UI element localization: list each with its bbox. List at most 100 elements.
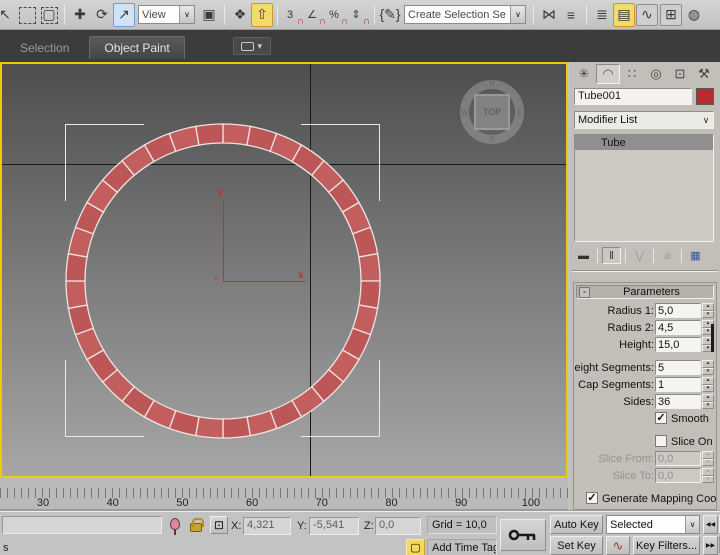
spinner-up-icon[interactable]: ▴	[702, 394, 714, 402]
cube-toggle-button[interactable]: ▢	[406, 539, 425, 555]
chevron-down-icon[interactable]: ∨	[179, 6, 194, 23]
parameters-rollout-header[interactable]: - Parameters	[576, 285, 714, 299]
keyboard-shortcut-override-icon[interactable]: ⇧	[251, 3, 273, 27]
key-filters-button[interactable]: Key Filters...	[633, 536, 700, 555]
height-segments-spinner[interactable]: ▴▾	[702, 360, 714, 375]
x-coordinate-field[interactable]: 4,321	[243, 517, 291, 535]
toggle-ribbon-icon[interactable]: ▤	[613, 3, 635, 27]
radius2-field[interactable]: 4,5	[655, 320, 701, 335]
cap-segments-field[interactable]: 1	[655, 377, 701, 392]
track-bar[interactable]: 30405060708090100	[0, 478, 568, 510]
cap-segments-spinner[interactable]: ▴▾	[702, 377, 714, 392]
modifier-stack-list[interactable]: Tube	[574, 134, 714, 242]
smooth-checkbox[interactable]: ✓	[655, 412, 667, 424]
slice-from-field[interactable]: 0,0	[655, 451, 701, 466]
go-to-start-button[interactable]: ◀◀	[703, 515, 718, 534]
default-tangent-button[interactable]: ∿	[606, 536, 630, 555]
axis-gizmo-x	[223, 281, 305, 282]
select-object-icon[interactable]: ↖	[0, 3, 16, 27]
make-unique-button[interactable]: ⋁	[630, 247, 649, 264]
spinner-down-icon[interactable]: ▾	[702, 459, 714, 467]
sides-field[interactable]: 36	[655, 394, 701, 409]
set-keys-button[interactable]	[500, 519, 546, 551]
spinner-up-icon[interactable]: ▴	[702, 360, 714, 368]
snaps-toggle-3d-icon[interactable]: 3∩	[282, 3, 304, 27]
percent-snap-toggle-icon[interactable]: %∩	[326, 3, 348, 27]
radius1-spinner[interactable]: ▴▾	[702, 303, 714, 318]
use-pivot-point-center-icon[interactable]: ▣	[198, 3, 220, 27]
spinner-down-icon[interactable]: ▾	[702, 476, 714, 484]
utilities-tab-icon[interactable]: ⚒	[692, 64, 716, 84]
spinner-up-icon[interactable]: ▴	[702, 451, 714, 459]
slice-to-spinner[interactable]: ▴▾	[702, 468, 714, 483]
remove-modifier-button[interactable]: ⌀	[658, 247, 677, 264]
spinner-up-icon[interactable]: ▴	[702, 468, 714, 476]
selection-lock-icon[interactable]	[190, 523, 202, 532]
motion-tab-icon[interactable]: ◎	[644, 64, 668, 84]
spinner-up-icon[interactable]: ▴	[702, 303, 714, 311]
y-coordinate-field[interactable]: -5,541	[309, 517, 359, 535]
spinner-down-icon[interactable]: ▾	[702, 311, 714, 319]
modifier-stack-toolbar: ▬ ‖ ⋁ ⌀ ▦	[574, 246, 714, 265]
show-end-result-button[interactable]: ‖	[602, 247, 621, 264]
configure-modifier-sets-button[interactable]: ▦	[686, 247, 705, 264]
viewcube-top-face[interactable]: TOP	[474, 94, 510, 130]
panel-scroll-indicator[interactable]	[711, 324, 714, 352]
ribbon-tab-selection[interactable]: Selection	[6, 37, 83, 59]
angle-snap-toggle-icon[interactable]: ∠∩	[304, 3, 326, 27]
spinner-down-icon[interactable]: ▾	[702, 385, 714, 393]
pin-stack-button[interactable]: ▬	[574, 247, 593, 264]
ribbon-tab-object-paint[interactable]: Object Paint	[89, 36, 184, 59]
edit-named-selection-sets-icon[interactable]: {✎}	[379, 3, 401, 27]
slice-to-field[interactable]: 0,0	[655, 468, 701, 483]
height-row: Height:15,0▴▾	[574, 337, 717, 353]
object-name-field[interactable]: Tube001	[574, 88, 692, 105]
select-and-rotate-icon[interactable]: ⟳	[91, 3, 113, 27]
collapse-rollout-icon[interactable]: -	[579, 287, 590, 298]
height-field[interactable]: 15,0	[655, 337, 701, 352]
go-to-end-button[interactable]: ▶▶	[703, 536, 718, 555]
slice-from-spinner[interactable]: ▴▾	[702, 451, 714, 466]
spinner-down-icon[interactable]: ▾	[702, 402, 714, 410]
slice-on-checkbox[interactable]	[655, 435, 667, 447]
rect-selection-region-icon[interactable]	[16, 3, 38, 27]
modifier-list-dropdown[interactable]: Modifier List ∨	[574, 111, 714, 129]
reference-coordinate-dropdown[interactable]: View∨	[138, 5, 195, 24]
radius1-field[interactable]: 5,0	[655, 303, 701, 318]
chevron-down-icon[interactable]: ∨	[510, 6, 525, 23]
window-crossing-selection-icon[interactable]: ▢	[38, 3, 60, 27]
height-segments-field[interactable]: 5	[655, 360, 701, 375]
select-and-scale-icon[interactable]: ↗	[113, 3, 135, 27]
spinner-down-icon[interactable]: ▾	[702, 368, 714, 376]
viewcube[interactable]: N E S W TOP	[460, 80, 524, 144]
notification-balloon-icon[interactable]	[170, 518, 180, 530]
align-icon[interactable]: ≡	[560, 3, 582, 27]
hierarchy-tab-icon[interactable]: ∷	[620, 64, 644, 84]
stack-item-tube[interactable]: Tube	[575, 135, 713, 150]
schematic-view-icon[interactable]: ⊞	[660, 4, 682, 26]
set-key-button[interactable]: Set Key	[550, 536, 603, 555]
auto-key-button[interactable]: Auto Key	[550, 515, 603, 534]
manage-layers-icon[interactable]: ≣	[591, 3, 613, 27]
object-color-swatch[interactable]	[696, 88, 714, 105]
add-time-tag[interactable]: Add Time Tag	[427, 539, 497, 555]
render-setup-icon[interactable]: ◍	[683, 3, 705, 27]
named-selection-set-dropdown[interactable]: Create Selection Se∨	[404, 5, 526, 24]
create-tab-icon[interactable]: ✳	[572, 64, 596, 84]
sides-spinner[interactable]: ▴▾	[702, 394, 714, 409]
selection-filter-dropdown[interactable]: Selected ∨	[606, 515, 700, 534]
selection-bracket-bottom-right	[301, 360, 380, 437]
spinner-up-icon[interactable]: ▴	[702, 377, 714, 385]
viewport[interactable]: y x z N E S W TOP	[0, 62, 568, 478]
curve-editor-icon[interactable]: ∿	[636, 4, 658, 26]
spinner-snap-toggle-icon[interactable]: ⇕∩	[348, 3, 370, 27]
display-tab-icon[interactable]: ⊡	[668, 64, 692, 84]
select-and-move-icon[interactable]: ✚	[69, 3, 91, 27]
mirror-icon[interactable]: ⋈	[538, 3, 560, 27]
z-coordinate-field[interactable]: 0,0	[375, 517, 421, 535]
minimize-ribbon-button[interactable]: ▾	[233, 37, 271, 55]
absolute-mode-button[interactable]: ⊡	[210, 516, 228, 534]
select-and-manipulate-icon[interactable]: ❖	[229, 3, 251, 27]
modify-tab-icon[interactable]: ◠	[596, 64, 620, 84]
generate-mapping-coords-checkbox[interactable]: ✓	[586, 492, 598, 504]
